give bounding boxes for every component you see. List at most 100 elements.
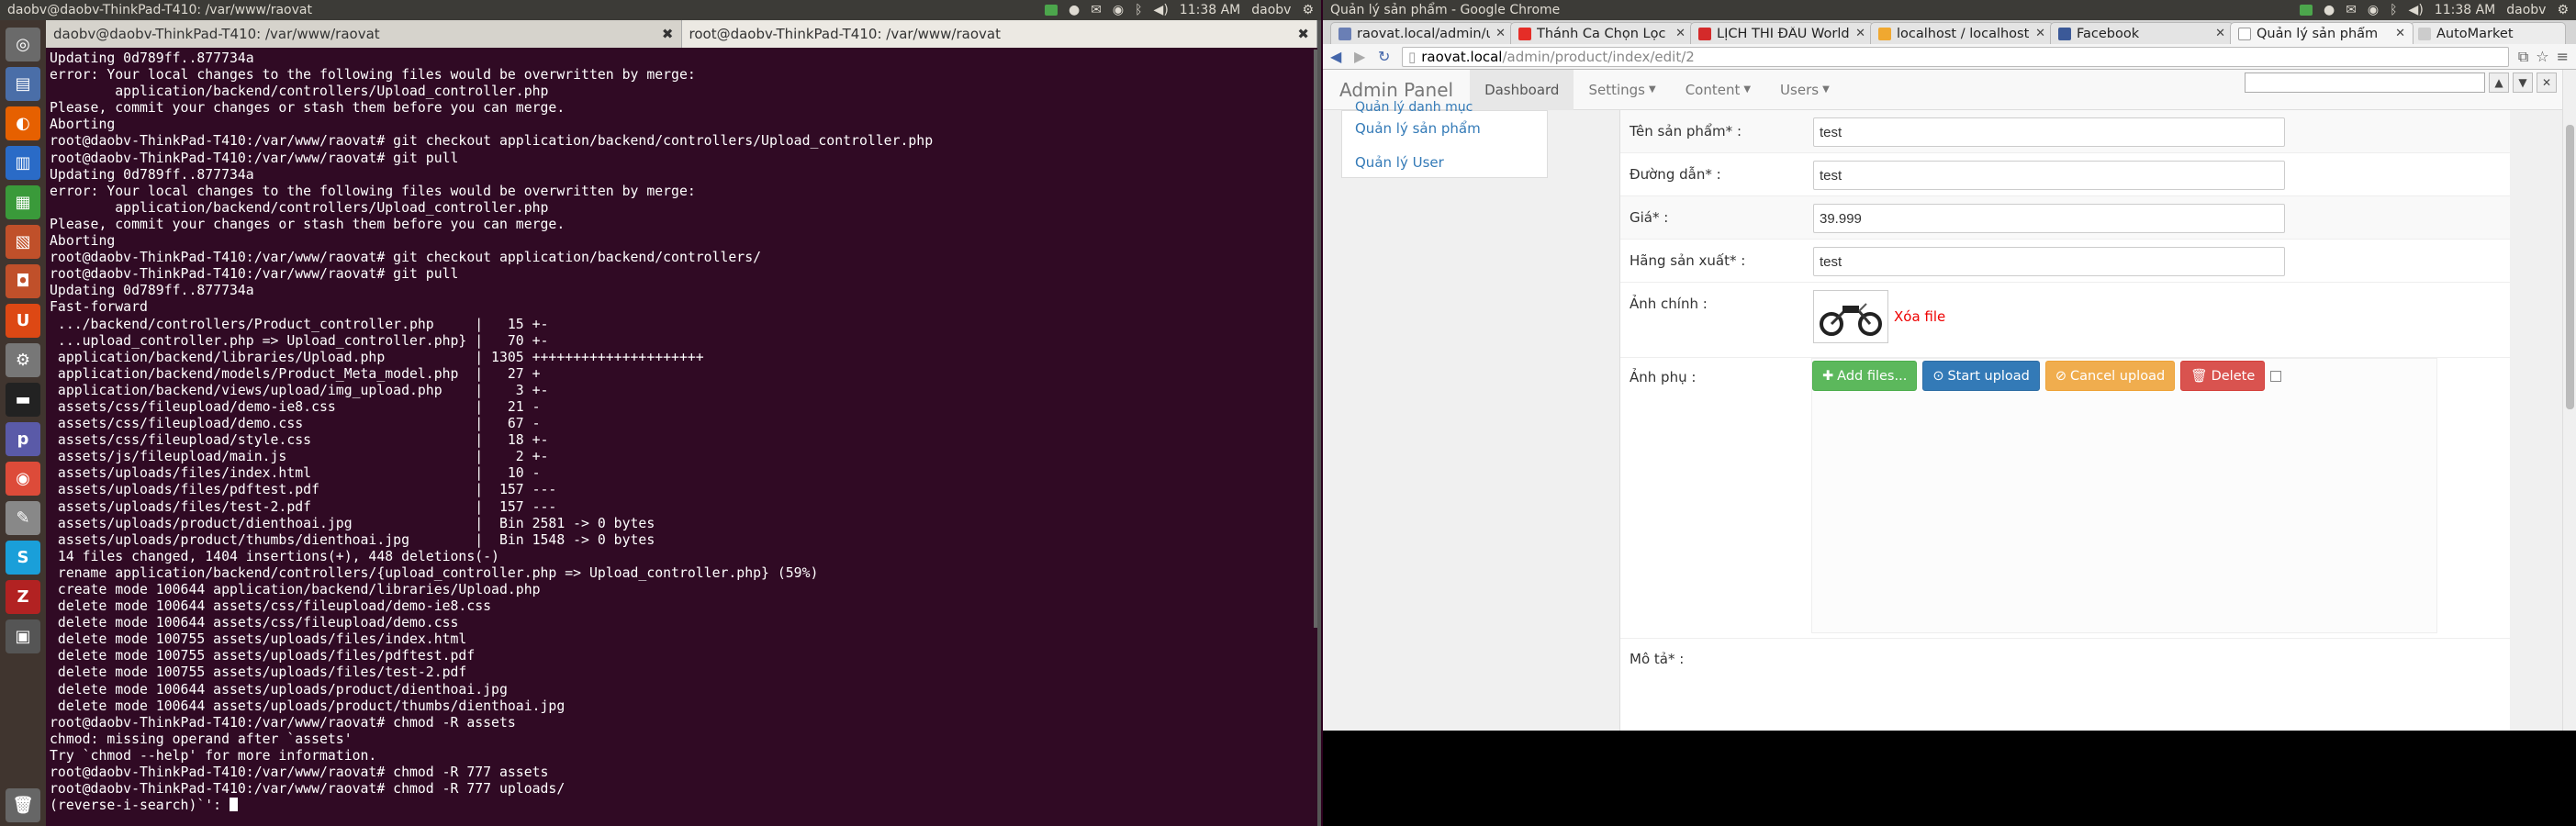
gear-icon[interactable]: ⚙ [2557, 3, 2569, 17]
browser-tab[interactable]: localhost / localhost ✕ [1870, 22, 2054, 44]
add-files-button[interactable]: ✚ Add files... [1812, 361, 1918, 391]
sidebar-item-products[interactable]: Quản lý sản phẩm [1342, 111, 1547, 145]
start-upload-button[interactable]: ⊙ Start upload [1922, 361, 2040, 391]
back-icon[interactable]: ◀ [1330, 49, 1345, 64]
gear-icon[interactable]: ⚙ [1302, 3, 1314, 17]
terminal-prompt-text: (reverse-i-search)`': [50, 798, 230, 814]
network-icon[interactable]: ◉ [2368, 3, 2379, 17]
delete-button[interactable]: 🗑 Delete [2180, 361, 2266, 391]
sidebar-item-users[interactable]: Quản lý User [1342, 145, 1547, 179]
mail-icon[interactable]: ✉ [2346, 3, 2357, 17]
find-next-icon[interactable]: ▼ [2513, 73, 2533, 93]
chrome-window: raovat.local/admin/u ✕ Thánh Ca Chọn Lọc … [1323, 20, 2576, 826]
impress-icon[interactable]: ▧ [6, 225, 40, 259]
browser-tab[interactable]: Facebook ✕ [2050, 22, 2234, 44]
sound-icon[interactable]: ◀) [2409, 3, 2424, 17]
software-center-icon[interactable]: ◘ [6, 264, 40, 298]
terminal-window[interactable]: daobv@daobv-ThinkPad-T410: /var/www/raov… [46, 20, 1321, 826]
plus-icon: ✚ [1822, 368, 1834, 384]
reload-icon[interactable]: ↻ [1378, 49, 1393, 64]
find-input[interactable] [2245, 73, 2485, 93]
close-icon[interactable]: ✖ [662, 26, 674, 42]
settings-icon[interactable]: ⚙ [6, 343, 40, 377]
browser-tab[interactable]: LỊCH THI ĐẤU World ✕ [1690, 22, 1874, 44]
top-panel-left: daobv@daobv-ThinkPad-T410: /var/www/raov… [0, 0, 1321, 20]
delete-file-link[interactable]: Xóa file [1894, 308, 1945, 325]
workspace-icon[interactable]: ▣ [6, 620, 40, 653]
close-icon[interactable]: ✕ [2215, 27, 2225, 40]
terminal-tab-1[interactable]: daobv@daobv-ThinkPad-T410: /var/www/raov… [46, 20, 682, 48]
page-icon [2238, 27, 2251, 40]
close-icon[interactable]: ✕ [2537, 73, 2557, 93]
calc-icon[interactable]: ▦ [6, 185, 40, 219]
close-icon[interactable]: ✕ [1855, 27, 1865, 40]
writer-icon[interactable]: ▥ [6, 146, 40, 180]
files-icon[interactable]: ▤ [6, 67, 40, 101]
skype-icon[interactable]: S [6, 541, 40, 575]
mail-icon[interactable]: ✉ [1091, 3, 1102, 17]
text-editor-icon[interactable]: ✎ [6, 501, 40, 535]
browser-tab[interactable]: AutoMarket [2410, 22, 2566, 44]
terminal-tab-2[interactable]: root@daobv-ThinkPad-T410: /var/www/raova… [681, 20, 1317, 48]
translate-icon[interactable]: ⧉ [2518, 48, 2528, 66]
ubuntu-home-icon[interactable]: ◎ [6, 28, 40, 61]
firefox-icon[interactable]: ◐ [6, 106, 40, 140]
nav-content[interactable]: Content ▼ [1671, 70, 1765, 110]
name-field[interactable] [1813, 117, 2285, 147]
terminal-icon[interactable]: ▬ [6, 383, 40, 417]
php-icon[interactable]: p [6, 422, 40, 456]
clock[interactable]: 11:38 AM [2435, 3, 2495, 17]
upload-dropzone[interactable]: ✚ Add files... ⊙ Start upload ⊘ Cancel uplo… [1811, 358, 2437, 633]
path-field[interactable] [1813, 161, 2285, 190]
filezilla-icon[interactable]: Z [6, 580, 40, 614]
menu-icon[interactable]: ≡ [2557, 48, 2569, 66]
username[interactable]: daobv [1251, 3, 1291, 17]
chrome-icon[interactable]: ◉ [6, 462, 40, 496]
dropbox-icon[interactable] [1044, 5, 1058, 16]
browser-tab[interactable]: Thánh Ca Chọn Lọc 3 ✕ [1510, 22, 1694, 44]
sidebar-item-categories[interactable]: Quản lý danh mục [1342, 100, 1485, 115]
close-icon[interactable]: ✖ [1297, 26, 1309, 42]
terminal-line: create mode 100644 application/backend/l… [50, 582, 541, 597]
trash-icon[interactable]: 🗑 [6, 788, 40, 822]
bluetooth-icon[interactable]: ᛒ [1135, 3, 1142, 17]
terminal-line: delete mode 100755 assets/uploads/files/… [50, 631, 467, 648]
address-bar[interactable]: ▯ raovat.local/admin/product/index/edit/… [1402, 46, 2509, 67]
close-icon[interactable]: ✕ [1495, 27, 1506, 40]
terminal-output[interactable]: Updating 0d789ff..877734a error: Your loc… [46, 48, 1317, 826]
username[interactable]: daobv [2506, 3, 2546, 17]
browser-tab[interactable]: raovat.local/admin/u ✕ [1330, 22, 1514, 44]
bell-icon[interactable]: ● [1069, 3, 1080, 17]
network-icon[interactable]: ◉ [1113, 3, 1124, 17]
nav-users[interactable]: Users ▼ [1765, 70, 1844, 110]
brand[interactable]: Admin Panel [1323, 79, 1470, 101]
sound-icon[interactable]: ◀) [1154, 3, 1169, 17]
terminal-prompt[interactable]: (reverse-i-search)`': [50, 798, 1314, 814]
star-icon[interactable]: ☆ [2536, 48, 2548, 66]
field-label: Ảnh phụ : [1630, 369, 1697, 385]
bell-icon[interactable]: ● [2324, 3, 2335, 17]
system-tray[interactable]: ● ✉ ◉ ᛒ ◀) 11:38 AM daobv ⚙ [1044, 0, 1314, 20]
close-icon[interactable]: ✕ [2035, 27, 2045, 40]
select-all-checkbox[interactable] [2270, 370, 2282, 382]
price-field[interactable] [1813, 204, 2285, 233]
close-icon[interactable]: ✕ [2395, 27, 2405, 40]
maker-field[interactable] [1813, 247, 2285, 276]
nav-settings[interactable]: Settings ▼ [1574, 70, 1670, 110]
close-icon[interactable]: ✕ [1675, 27, 1686, 40]
scrollbar-thumb[interactable] [2566, 125, 2574, 409]
field-label: Mô tả* : [1630, 651, 1685, 667]
system-tray[interactable]: ● ✉ ◉ ᛒ ◀) 11:38 AM daobv ⚙ [2299, 0, 2569, 20]
bluetooth-icon[interactable]: ᛒ [2390, 3, 2397, 17]
terminal-line: Updating 0d789ff..877734a [50, 283, 254, 299]
forward-icon[interactable]: ▶ [1354, 49, 1369, 64]
page-scrollbar[interactable] [2562, 70, 2576, 731]
find-prev-icon[interactable]: ▲ [2489, 73, 2509, 93]
cancel-upload-button[interactable]: ⊘ Cancel upload [2044, 361, 2176, 391]
browser-tab-active[interactable]: Quản lý sản phẩm ✕ [2230, 22, 2414, 44]
terminal-scrollbar[interactable] [1314, 50, 1317, 628]
clock[interactable]: 11:38 AM [1180, 3, 1240, 17]
dropbox-icon[interactable] [2299, 5, 2313, 16]
ubuntu-one-icon[interactable]: U [6, 304, 40, 338]
terminal-line: assets/uploads/product/dienthoai.jpg | B… [50, 515, 655, 531]
